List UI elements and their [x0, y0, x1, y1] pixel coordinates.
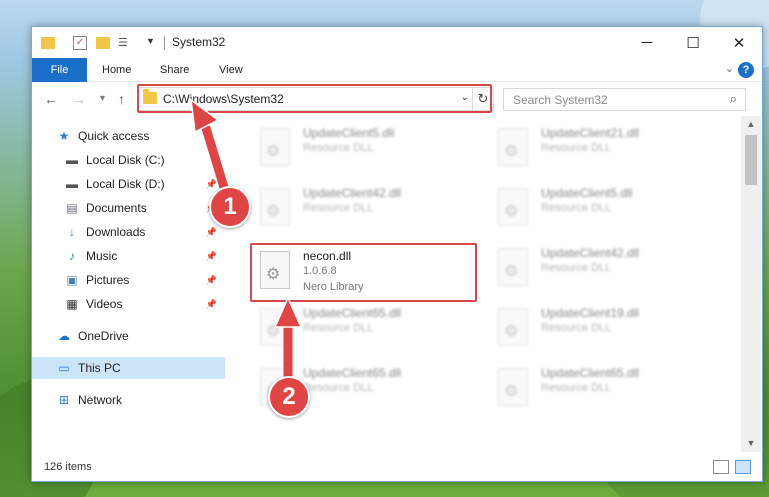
arrowhead-2-icon: [273, 296, 303, 328]
arrowhead-1-icon: [190, 98, 220, 134]
arrow-1: [201, 123, 231, 199]
callout-step-1: 1: [209, 186, 251, 228]
callout-step-2: 2: [268, 376, 310, 418]
annotation-arrows: [190, 98, 303, 383]
